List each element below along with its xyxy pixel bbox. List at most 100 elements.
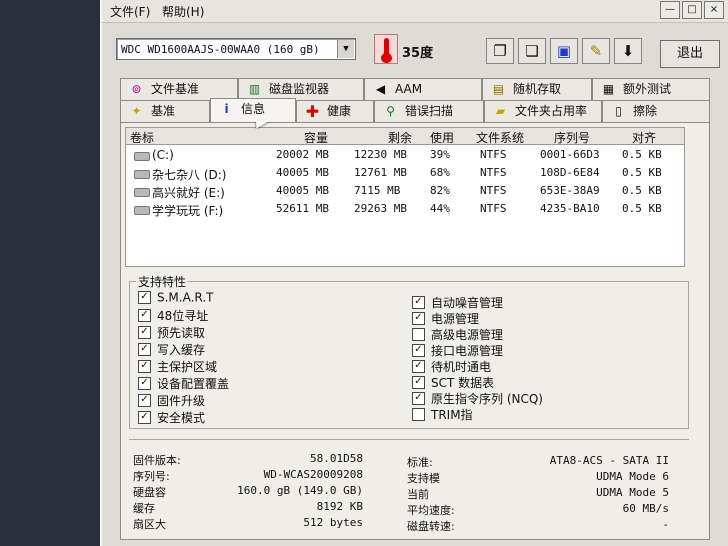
drive-select[interactable]: WDC WD1600AAJS-00WAA0 (160 gB) ▼ [116,38,356,60]
volume-list: 卷标 容量 剩余 使用 文件系统 序列号 对齐 (C:) 20002 MB 12… [125,127,685,267]
toolbar: WDC WD1600AAJS-00WAA0 (160 gB) ▼ 35度 ❐ ❏… [102,22,728,78]
close-button[interactable]: × [704,1,724,19]
chevron-down-icon[interactable]: ▼ [337,40,354,58]
drive-info-section: 固件版本: 58.01D58 序列号: WD-WCAS20009208 硬盘容 … [129,439,689,536]
feature-48bit-lba[interactable]: ✓ 48位寻址 [138,307,208,323]
volume-used: 68% [430,166,450,179]
checkbox[interactable]: ✓ [412,312,425,325]
feature-ncq[interactable]: ✓ 原生指令序列 (NCQ) [412,390,543,406]
tab-info[interactable]: i 信息 [210,98,296,122]
volume-capacity: 40005 MB [276,184,329,197]
volume-row[interactable]: 杂七杂八 (D:) 40005 MB 12761 MB 68% NTFS 108… [126,165,684,182]
checkbox[interactable]: ✓ [138,360,151,373]
feature-host-protected-area[interactable]: ✓ 主保护区域 [138,358,217,374]
feature-sct-tables[interactable]: ✓ SCT 数据表 [412,374,494,390]
feature-firmware-upgrade[interactable]: ✓ 固件升级 [138,392,205,408]
volume-alignment: 0.5 KB [622,166,662,179]
thermometer-icon [374,34,398,64]
tab-error-scan[interactable]: ⚲ 错误扫描 [374,100,484,122]
feature-aam[interactable]: ✓ 自动噪音管理 [412,294,503,310]
checkbox[interactable]: ✓ [138,291,151,304]
col-capacity[interactable]: 容量 [304,129,328,146]
tab-aam[interactable]: ◀ AAM [364,78,482,100]
feature-smart[interactable]: ✓ S.M.A.R.T [138,290,213,306]
features-title: 支持特性 [136,273,189,290]
exit-button[interactable]: 退出 [660,40,720,68]
sector-size-value: 512 bytes [303,516,363,529]
tab-folder-usage[interactable]: ▰ 文件夹占用率 [484,100,602,122]
col-free[interactable]: 剩余 [388,129,412,146]
tab-random-access[interactable]: ▤ 随机存取 [482,78,592,100]
checkbox[interactable]: ✓ [412,360,425,373]
checkbox[interactable] [412,328,425,341]
checkbox[interactable]: ✓ [138,394,151,407]
supported-mode-label: 支持模 [407,472,440,485]
col-serial[interactable]: 序列号 [554,129,590,146]
copy-screenshot-button[interactable]: ❏ [518,38,546,64]
extra-tests-icon: ▦ [602,82,615,96]
volume-filesystem: NTFS [480,184,507,197]
feature-interface-power-management[interactable]: ✓ 接口电源管理 [412,342,503,358]
tab-health[interactable]: ✚ 健康 [296,100,374,122]
temperature-readout: 35度 [402,46,434,61]
volume-used: 44% [430,202,450,215]
serial-label: 序列号: [133,470,170,483]
volume-row[interactable]: 学学玩玩 (F:) 52611 MB 29263 MB 44% NTFS 423… [126,201,684,218]
volume-list-header: 卷标 容量 剩余 使用 文件系统 序列号 对齐 [126,128,684,145]
checkbox[interactable]: ✓ [412,376,425,389]
col-filesystem[interactable]: 文件系统 [476,129,524,146]
rotation-speed-label: 磁盘转速: [407,520,455,533]
tab-label: AAM [395,82,423,96]
serial-value: WD-WCAS20009208 [263,468,363,481]
tab-file-benchmark[interactable]: ⊚ 文件基准 [120,78,238,100]
volume-row[interactable]: 高兴就好 (E:) 40005 MB 7115 MB 82% NTFS 653E… [126,183,684,200]
feature-apm[interactable]: 高级电源管理 [412,326,503,342]
options-button[interactable]: ✎ [582,38,610,64]
maximize-button[interactable]: □ [682,1,702,19]
checkbox[interactable]: ✓ [412,344,425,357]
checkbox[interactable] [412,408,425,421]
tab-benchmark[interactable]: ✦ 基准 [120,100,210,122]
download-button[interactable]: ⬇ [614,38,642,64]
checkbox[interactable]: ✓ [138,326,151,339]
tab-disk-monitor[interactable]: ▥ 磁盘监视器 [238,78,364,100]
red-cross-icon: ✚ [305,102,320,121]
info-panel: 卷标 容量 剩余 使用 文件系统 序列号 对齐 (C:) 20002 MB 12… [120,122,710,540]
feature-read-ahead[interactable]: ✓ 预先读取 [138,324,205,340]
current-mode-label: 当前 [407,488,429,501]
menu-file[interactable]: 文件(F) [110,3,150,20]
feature-device-config-overlay[interactable]: ✓ 设备配置覆盖 [138,375,229,391]
volume-serial: 4235-BA10 [540,202,600,215]
minimize-button[interactable]: — [660,1,680,19]
checkbox[interactable]: ✓ [412,296,425,309]
tab-label: 文件基准 [151,82,200,96]
volume-row[interactable]: (C:) 20002 MB 12230 MB 39% NTFS 0001-66D… [126,147,684,164]
col-volume-label[interactable]: 卷标 [130,129,154,146]
feature-trim[interactable]: TRIM指 [412,406,473,422]
checkbox[interactable]: ✓ [138,411,151,424]
tab-erase[interactable]: ▯ 擦除 [602,100,710,122]
copy-image-icon: ❏ [525,42,539,60]
speaker-icon: ◀ [375,82,386,96]
feature-power-up-in-standby[interactable]: ✓ 待机时通电 [412,358,491,374]
feature-power-management[interactable]: ✓ 电源管理 [412,310,479,326]
menu-help[interactable]: 帮助(H) [162,3,204,20]
tab-extra-tests[interactable]: ▦ 额外测试 [592,78,710,100]
feature-write-cache[interactable]: ✓ 写入缓存 [138,341,205,357]
checkbox[interactable]: ✓ [138,343,151,356]
tab-label: 额外测试 [623,82,672,96]
wrench-icon: ✎ [589,42,603,60]
checkbox[interactable]: ✓ [412,392,425,405]
feature-security-mode[interactable]: ✓ 安全模式 [138,409,205,425]
tab-label: 擦除 [633,104,658,118]
checkbox[interactable]: ✓ [138,377,151,390]
rotation-speed-value: - [662,518,669,531]
copy-text-button[interactable]: ❐ [486,38,514,64]
window-controls: — □ × [660,1,724,19]
col-alignment[interactable]: 对齐 [632,129,656,146]
save-button[interactable]: ▣ [550,38,578,64]
checkbox[interactable]: ✓ [138,309,151,322]
col-used[interactable]: 使用 [430,129,454,146]
volume-filesystem: NTFS [480,202,507,215]
drive-icon [134,188,150,197]
